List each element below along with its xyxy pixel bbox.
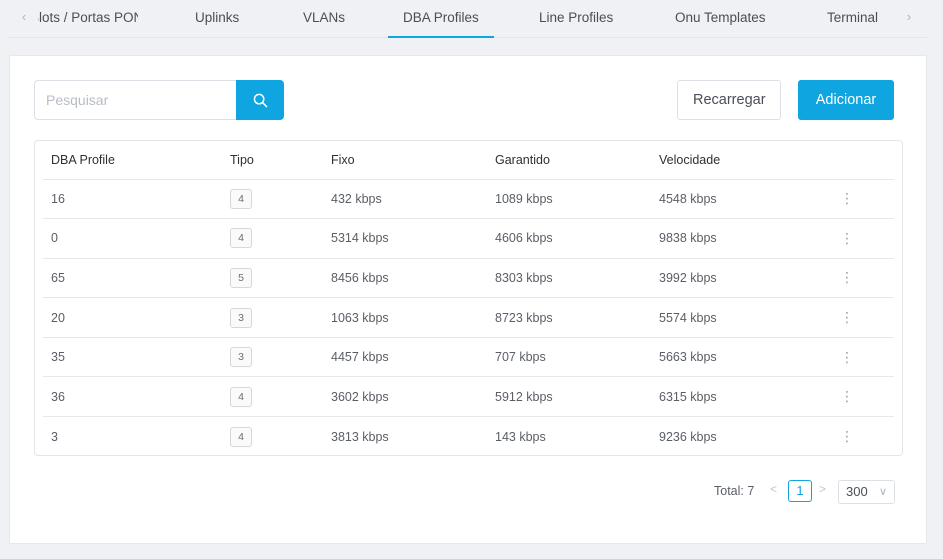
cell-fixo: 5314 kbps: [323, 218, 487, 259]
cell-actions: ⋮: [832, 376, 894, 418]
cell-garantido: 8303 kbps: [487, 258, 651, 299]
table-row[interactable]: 35 3 4457 kbps 707 kbps 5663 kbps ⋮: [43, 337, 894, 378]
next-page-icon[interactable]: >: [819, 482, 826, 496]
table-row[interactable]: 65 5 8456 kbps 8303 kbps 3992 kbps ⋮: [43, 258, 894, 299]
cell-velocidade: 9236 kbps: [659, 429, 717, 444]
cell-garantido: 5912 kbps: [487, 376, 651, 418]
page-size-value: 300: [846, 484, 868, 499]
tab-terminal[interactable]: Terminal: [827, 0, 878, 38]
cell-tipo: 4: [222, 417, 323, 457]
chevron-down-icon: ∨: [878, 486, 887, 498]
type-badge: 5: [230, 267, 252, 288]
column-header-velocidade[interactable]: Velocidade: [651, 141, 832, 180]
cell-fixo: 4457 kbps: [323, 337, 487, 378]
dba-profiles-table: DBA Profile Tipo Fixo Garantido Velocida…: [34, 140, 903, 456]
cell-garantido: 143 kbps: [495, 429, 546, 444]
more-vertical-icon[interactable]: ⋮: [840, 428, 854, 445]
cell-velocidade: 5663 kbps: [651, 337, 832, 378]
reload-button[interactable]: Recarregar: [677, 80, 781, 120]
table-header-row: DBA Profile Tipo Fixo Garantido Velocida…: [43, 141, 894, 180]
tab-bar: ‹ Slots / Portas PON Uplinks VLANs DBA P…: [8, 0, 927, 38]
cell-fixo: 432 kbps: [323, 179, 487, 220]
search-button[interactable]: [236, 80, 284, 120]
type-badge: 3: [230, 347, 252, 368]
cell-tipo: 4: [222, 376, 323, 418]
tab-vlans[interactable]: VLANs: [303, 0, 345, 38]
cell-velocidade: 3992 kbps: [651, 258, 832, 299]
table-row[interactable]: 16 4 432 kbps 1089 kbps 4548 kbps ⋮: [43, 179, 894, 220]
tab-uplinks[interactable]: Uplinks: [195, 0, 239, 38]
chevron-right-icon[interactable]: ›: [901, 8, 917, 26]
cell-velocidade: 6315 kbps: [651, 376, 832, 418]
search-input[interactable]: [34, 80, 238, 120]
column-header-fixo[interactable]: Fixo: [323, 141, 487, 180]
cell-velocidade: 4548 kbps: [651, 179, 832, 220]
cell-dba-profile: 20: [43, 297, 222, 338]
cell-tipo: 5: [222, 258, 323, 299]
column-header-garantido[interactable]: Garantido: [487, 141, 651, 180]
chevron-left-icon[interactable]: ‹: [16, 8, 32, 26]
total-count: Total: 7: [714, 484, 755, 498]
cell-actions: ⋮: [832, 417, 894, 457]
tab-slots-portas-pon[interactable]: Slots / Portas PON: [38, 0, 138, 38]
cell-garantido: 4606 kbps: [487, 218, 651, 259]
cell-actions: ⋮: [832, 297, 894, 338]
column-header-tipo[interactable]: Tipo: [222, 141, 323, 180]
type-badge: 4: [230, 426, 252, 447]
cell-actions: ⋮: [832, 218, 894, 259]
cell-tipo: 4: [222, 179, 323, 220]
type-badge: 4: [230, 188, 252, 209]
cell-dba-profile: 16: [43, 179, 222, 220]
cell-tipo: 3: [222, 297, 323, 338]
cell-garantido: 1089 kbps: [487, 179, 651, 220]
cell-dba-profile: 36: [43, 376, 222, 418]
tab-clip: Slots / Portas PON: [38, 0, 138, 38]
prev-page-icon[interactable]: <: [770, 482, 777, 496]
cell-actions: ⋮: [832, 337, 894, 378]
column-header-actions: [832, 141, 894, 180]
page-size-select[interactable]: 300 ∨: [838, 480, 895, 504]
more-vertical-icon[interactable]: ⋮: [840, 309, 854, 326]
table-row[interactable]: 36 4 3602 kbps 5912 kbps 6315 kbps ⋮: [43, 376, 894, 418]
content-card: Recarregar Adicionar DBA Profile Tipo Fi…: [9, 55, 927, 544]
more-vertical-icon[interactable]: ⋮: [840, 269, 854, 286]
type-badge: 3: [230, 307, 252, 328]
cell-fixo: 3813 kbps: [331, 429, 389, 444]
cell-fixo: 3602 kbps: [323, 376, 487, 418]
cell-dba-profile: 3: [51, 429, 58, 444]
cell-fixo: 8456 kbps: [323, 258, 487, 299]
table-row[interactable]: 3 4 3813 kbps 143 kbps 9236 kbps ⋮: [43, 417, 894, 457]
cell-tipo: 4: [222, 218, 323, 259]
cell-dba-profile: 65: [43, 258, 222, 299]
cell-dba-profile: 0: [43, 218, 222, 259]
cell-fixo: 1063 kbps: [323, 297, 487, 338]
table-row[interactable]: 0 4 5314 kbps 4606 kbps 9838 kbps ⋮: [43, 218, 894, 259]
more-vertical-icon[interactable]: ⋮: [840, 190, 854, 207]
cell-garantido: 707 kbps: [487, 337, 651, 378]
cell-actions: ⋮: [832, 258, 894, 299]
tab-line-profiles[interactable]: Line Profiles: [539, 0, 613, 38]
more-vertical-icon[interactable]: ⋮: [840, 349, 854, 366]
cell-actions: ⋮: [832, 179, 894, 220]
cell-dba-profile: 35: [43, 337, 222, 378]
cell-velocidade: 9838 kbps: [651, 218, 832, 259]
table-row[interactable]: 20 3 1063 kbps 8723 kbps 5574 kbps ⋮: [43, 297, 894, 338]
search-icon: [253, 93, 267, 107]
cell-garantido: 8723 kbps: [487, 297, 651, 338]
add-button[interactable]: Adicionar: [798, 80, 894, 120]
page-1-button[interactable]: 1: [788, 480, 812, 502]
type-badge: 4: [230, 386, 252, 407]
tab-onu-templates[interactable]: Onu Templates: [675, 0, 766, 38]
cell-tipo: 3: [222, 337, 323, 378]
column-header-dba-profile[interactable]: DBA Profile: [43, 141, 222, 180]
more-vertical-icon[interactable]: ⋮: [840, 388, 854, 405]
tab-dba-profiles[interactable]: DBA Profiles: [388, 0, 494, 38]
more-vertical-icon[interactable]: ⋮: [840, 230, 854, 247]
type-badge: 4: [230, 228, 252, 249]
cell-velocidade: 5574 kbps: [651, 297, 832, 338]
